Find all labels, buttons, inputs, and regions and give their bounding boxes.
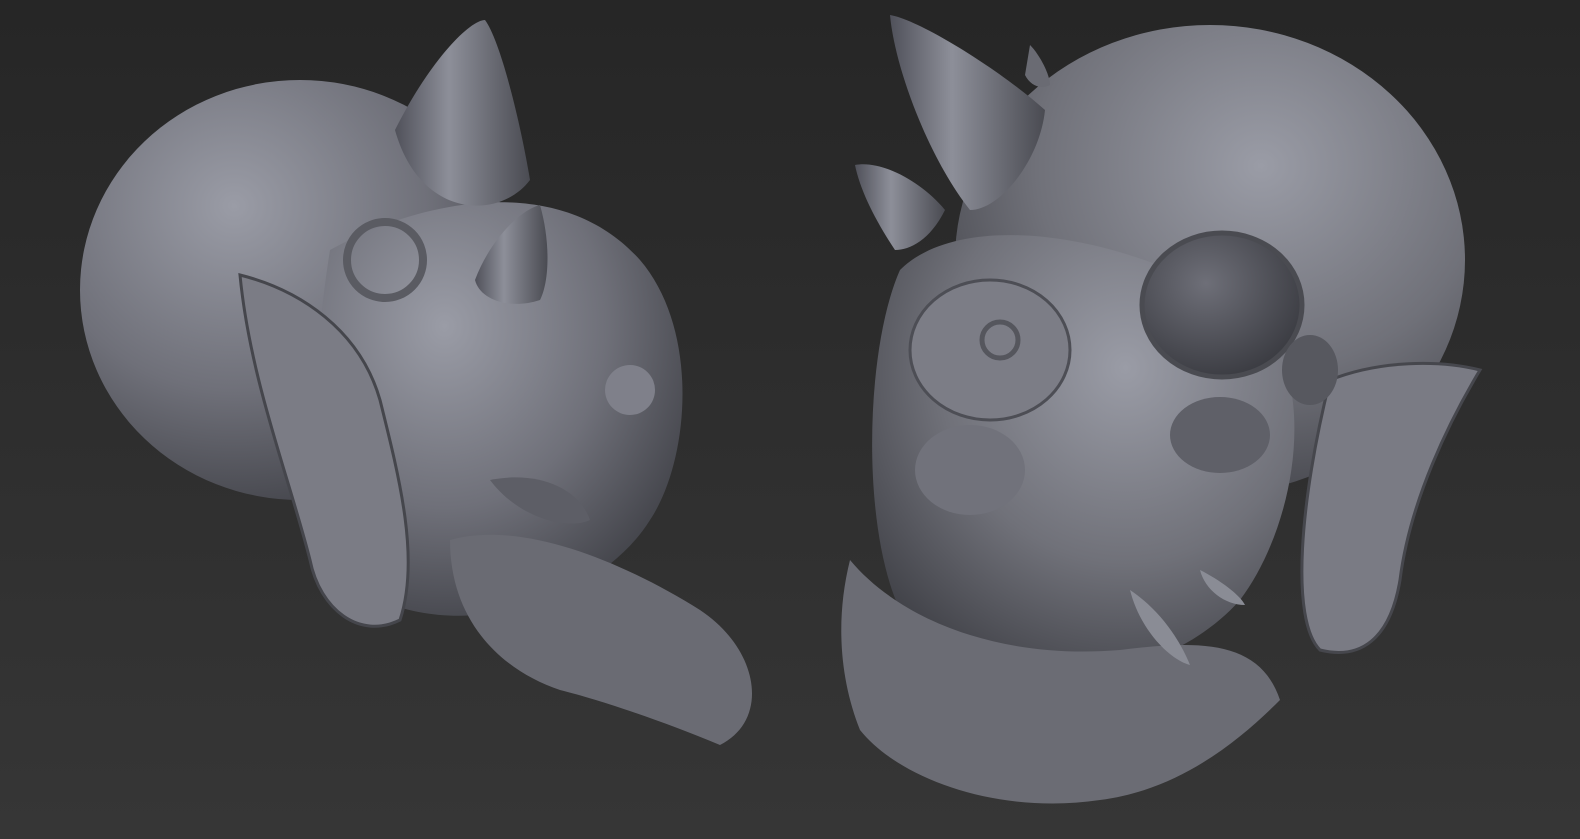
cheek-bump <box>1170 397 1270 473</box>
eye-socket-side <box>1282 335 1338 405</box>
render-viewport <box>0 0 1580 839</box>
nose-bump <box>605 365 655 415</box>
eye <box>1139 230 1305 380</box>
nose <box>915 425 1025 515</box>
swirl-ornament <box>908 278 1072 422</box>
